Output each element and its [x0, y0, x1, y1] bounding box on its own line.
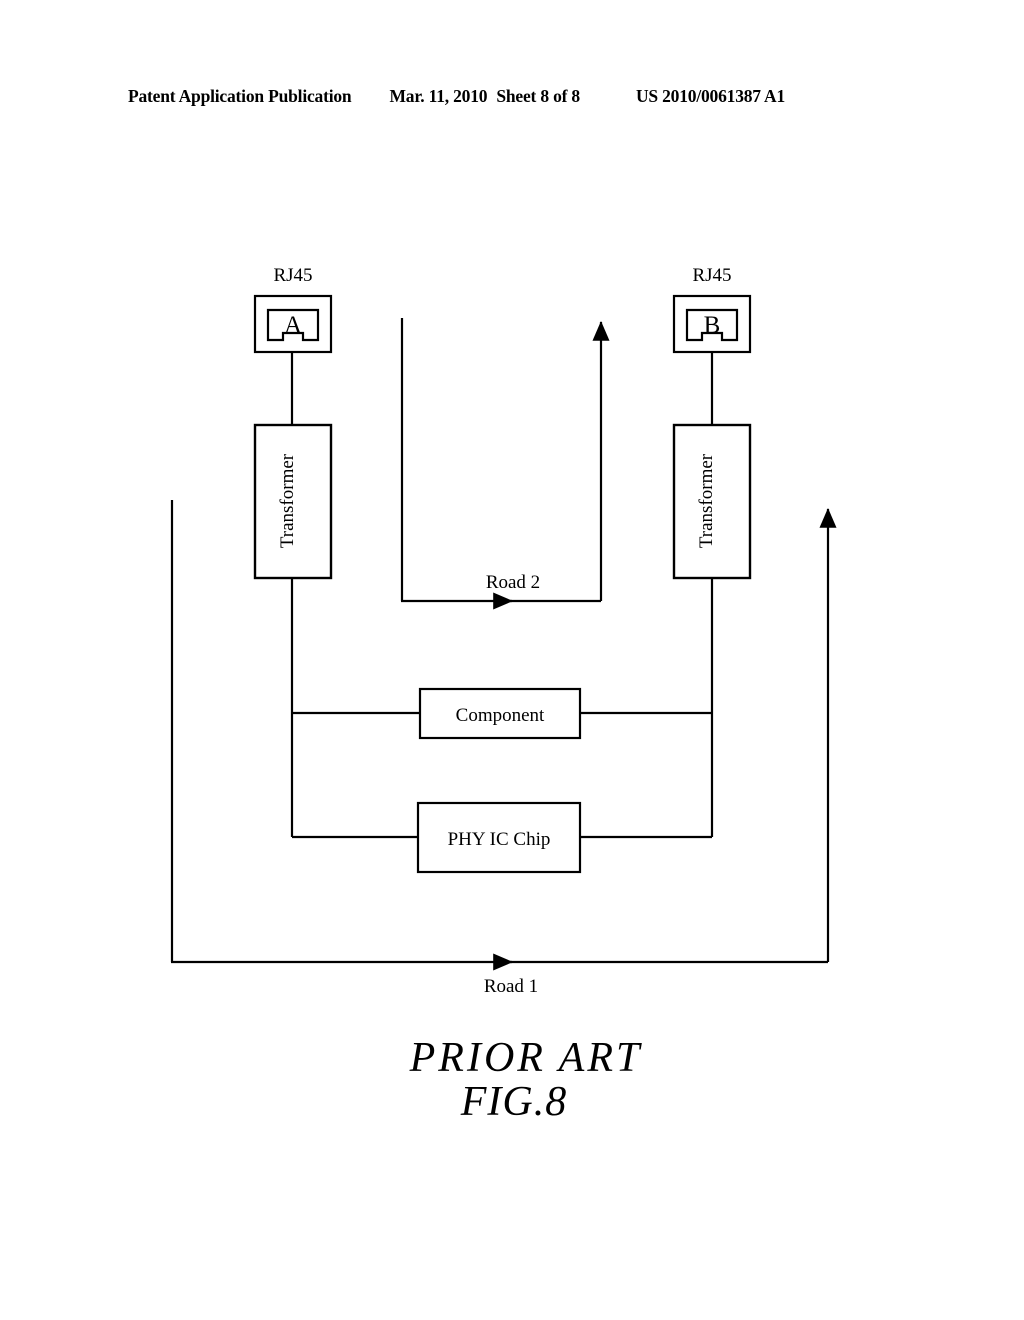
road-1-label: Road 1 — [484, 976, 538, 997]
rj45-connector-right: B RJ45 — [672, 265, 752, 354]
transformer-right-label: Transformer — [696, 453, 717, 548]
rj45-label-left: RJ45 — [273, 265, 312, 286]
block-phy-ic-chip: PHY IC Chip — [416, 801, 582, 874]
rj45-connector-left: A RJ45 — [253, 265, 333, 354]
rj45-letter-right: B — [704, 312, 721, 339]
transformer-left-label: Transformer — [277, 453, 298, 548]
road-2-label: Road 2 — [486, 572, 540, 593]
patent-page: Patent Application Publication Mar. 11, … — [0, 0, 1024, 1320]
rj45-letter-left: A — [284, 312, 302, 339]
path-road-2: Road 2 — [400, 318, 610, 610]
block-component: Component — [418, 687, 582, 740]
component-label: Component — [456, 705, 545, 726]
figure-caption-number: FIG.8 — [460, 1079, 568, 1125]
figure-caption-prior-art: PRIOR ART — [409, 1035, 643, 1081]
rj45-label-right: RJ45 — [692, 265, 731, 286]
phy-ic-chip-label: PHY IC Chip — [448, 829, 551, 850]
block-transformer-left: Transformer — [253, 423, 333, 580]
block-transformer-right: Transformer — [672, 423, 752, 580]
